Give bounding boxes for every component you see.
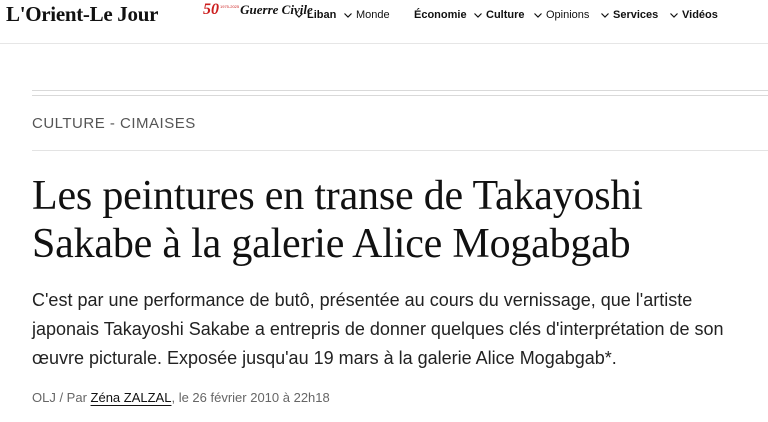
- section-divider: [32, 90, 768, 96]
- nav-label: Opinions: [546, 9, 590, 21]
- chevron-down-icon: [670, 13, 678, 18]
- top-navigation: L'Orient-Le Jour 50 1975-2025 Guerre Civ…: [0, 0, 768, 44]
- badge-number: 50: [203, 1, 219, 18]
- nav-item-opinions[interactable]: Opinions: [532, 6, 589, 24]
- chevron-down-icon: [601, 13, 609, 18]
- chevron-down-icon: [474, 13, 482, 18]
- nav-item-services[interactable]: Services: [599, 6, 658, 24]
- nav-item-monde[interactable]: Monde: [342, 6, 390, 24]
- nav-item-economie[interactable]: Économie: [414, 6, 467, 24]
- chevron-down-icon: [534, 13, 542, 18]
- nav-item-videos[interactable]: Vidéos: [668, 6, 718, 24]
- nav-item-culture[interactable]: Culture: [472, 6, 525, 24]
- author-link[interactable]: Zéna ZALZAL: [91, 390, 172, 405]
- site-logo[interactable]: L'Orient-Le Jour: [6, 2, 158, 27]
- nav-item-liban[interactable]: Liban: [293, 6, 336, 24]
- badge-years: 1975-2025: [220, 4, 240, 9]
- nav-label: Culture: [486, 9, 525, 21]
- nav-label: Économie: [414, 9, 467, 21]
- nav-label: Services: [613, 9, 659, 21]
- nav-label: Vidéos: [682, 9, 718, 21]
- article-lede: C'est par une performance de butô, prése…: [32, 290, 724, 368]
- article-category[interactable]: CULTURE - CIMAISES: [32, 115, 196, 132]
- byline-date: , le 26 février 2010 à 22h18: [171, 390, 330, 405]
- divider: [32, 150, 768, 151]
- nav-label: Liban: [307, 9, 337, 21]
- article-byline: OLJ / Par Zéna ZALZAL, le 26 février 201…: [32, 390, 330, 405]
- chevron-down-icon: [344, 13, 352, 18]
- chevron-down-icon: [295, 13, 303, 18]
- article-title: Les peintures en transe de Takayoshi Sak…: [32, 173, 643, 267]
- byline-source: OLJ / Par: [32, 390, 91, 405]
- nav-label: Monde: [356, 9, 390, 21]
